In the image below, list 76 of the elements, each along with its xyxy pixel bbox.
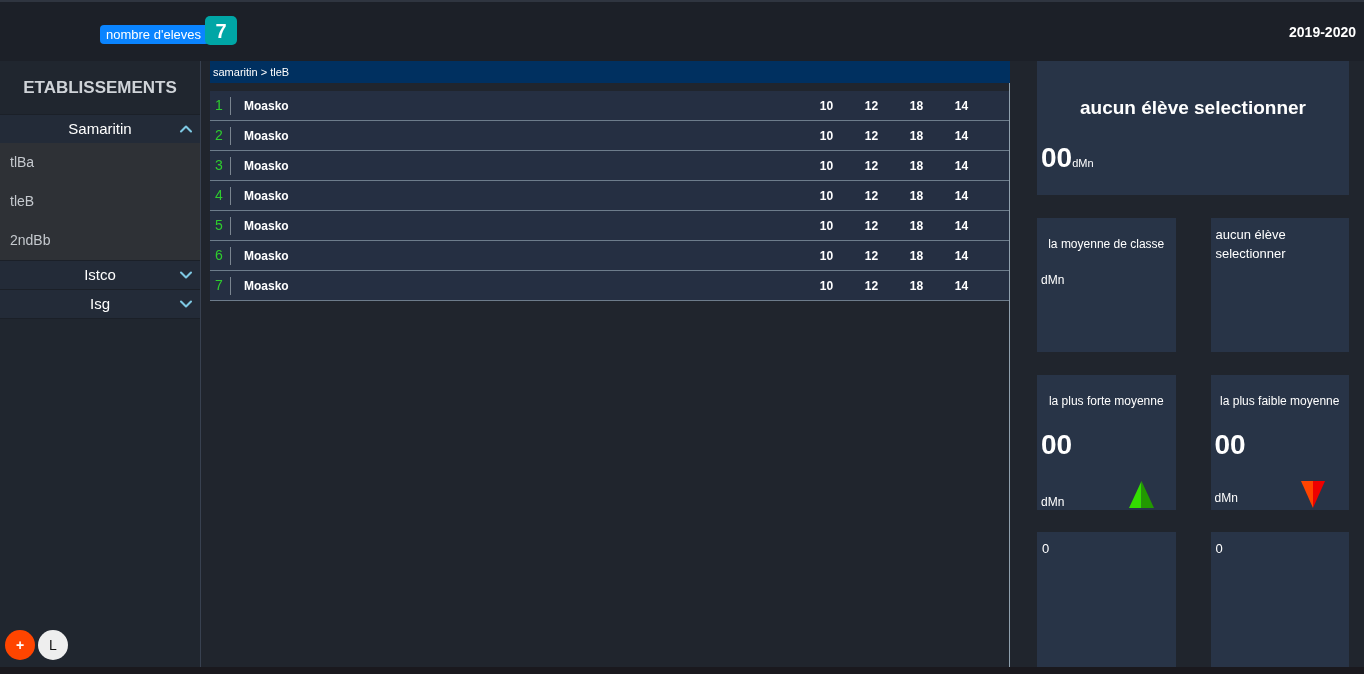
row-number: 5	[214, 216, 224, 235]
card-value: 00	[1213, 429, 1247, 461]
class-item[interactable]: tlBa	[0, 143, 200, 182]
student-row[interactable]: 5 Moasko 10 12 18 14	[210, 211, 1009, 241]
row-number: 6	[214, 246, 224, 265]
card-value: 00	[1041, 142, 1073, 174]
grade-cell-text: 12	[863, 247, 880, 265]
student-row[interactable]: 7 Moasko 10 12 18 14	[210, 271, 1009, 301]
grade-cell-text: 12	[863, 277, 880, 295]
class-item[interactable]: 2ndBb	[0, 221, 200, 260]
grade-cell-text: 18	[908, 127, 925, 145]
row-number: 3	[214, 156, 224, 175]
sidebar-title: ETABLISSEMENTS	[23, 76, 177, 99]
row-number: 2	[214, 126, 224, 145]
grade-cell-text: 14	[953, 187, 970, 205]
card-title: la plus forte moyenne	[1047, 393, 1165, 409]
card-text: aucun élève selectionner	[1214, 226, 1287, 263]
card-text: 0	[1041, 540, 1051, 558]
grade-cell-text: 10	[818, 187, 835, 205]
grade-cell-text: 10	[818, 277, 835, 295]
grade-cell-text: 14	[953, 157, 970, 175]
grade-cell-text: 10	[818, 97, 835, 115]
grade-cell-text: 12	[863, 217, 880, 235]
unit-label: dMn	[1041, 494, 1065, 510]
grade-cell-text: 14	[953, 247, 970, 265]
student-name: Moasko	[244, 277, 290, 295]
student-name: Moasko	[244, 97, 290, 115]
student-name: Moasko	[244, 247, 290, 265]
grade-cell-text: 12	[863, 127, 880, 145]
card-title: aucun élève selectionner	[1079, 96, 1307, 120]
breadcrumb-bar: samaritin > tleB	[210, 61, 1010, 83]
card-value: 00	[1040, 429, 1074, 461]
grade-cell-text: 18	[908, 217, 925, 235]
grade-cell-text: 12	[863, 97, 880, 115]
student-name: Moasko	[244, 157, 290, 175]
grade-cell-text: 12	[863, 187, 880, 205]
student-name: Moasko	[244, 217, 290, 235]
student-count-badge: 7	[205, 16, 237, 45]
row-number: 1	[214, 96, 224, 115]
grade-cell-text: 10	[818, 127, 835, 145]
grade-cell-text: 10	[818, 247, 835, 265]
student-row[interactable]: 1 Moasko 10 12 18 14	[210, 91, 1009, 121]
student-name: Moasko	[244, 187, 290, 205]
up-triangle-icon	[1128, 481, 1154, 508]
card-text: 0	[1214, 540, 1224, 558]
student-name: Moasko	[244, 127, 290, 145]
grade-cell-text: 14	[953, 217, 970, 235]
down-triangle-icon	[1301, 481, 1325, 508]
grade-cell-text: 10	[818, 217, 835, 235]
student-row[interactable]: 3 Moasko 10 12 18 14	[210, 151, 1009, 181]
school-header[interactable]: Isg	[0, 290, 200, 318]
school-year: 2019-2020	[1289, 23, 1356, 41]
grade-cell-text: 14	[953, 97, 970, 115]
card-title: la moyenne de classe	[1047, 236, 1166, 252]
row-number: 7	[214, 276, 224, 295]
row-number: 4	[214, 186, 224, 205]
school-header[interactable]: Istco	[0, 261, 200, 289]
card-title: la plus faible moyenne	[1219, 393, 1341, 409]
grade-cell-text: 18	[908, 277, 925, 295]
user-avatar-button[interactable]: L	[38, 630, 68, 660]
grade-cell-text: 12	[863, 157, 880, 175]
grade-cell-text: 18	[908, 187, 925, 205]
unit-label: dMn	[1041, 272, 1065, 288]
grade-cell-text: 18	[908, 247, 925, 265]
grade-cell-text: 14	[953, 127, 970, 145]
unit-label: dMn	[1214, 490, 1238, 506]
grade-cell-text: 14	[953, 277, 970, 295]
class-item[interactable]: tleB	[0, 182, 200, 221]
grade-cell-text: 10	[818, 157, 835, 175]
student-row[interactable]: 2 Moasko 10 12 18 14	[210, 121, 1009, 151]
grade-cell-text: 18	[908, 97, 925, 115]
grade-cell-text: 18	[908, 157, 925, 175]
student-row[interactable]: 6 Moasko 10 12 18 14	[210, 241, 1009, 271]
school-header[interactable]: Samaritin	[0, 115, 200, 143]
unit-label: dMn	[1072, 157, 1094, 171]
student-row[interactable]: 4 Moasko 10 12 18 14	[210, 181, 1009, 211]
